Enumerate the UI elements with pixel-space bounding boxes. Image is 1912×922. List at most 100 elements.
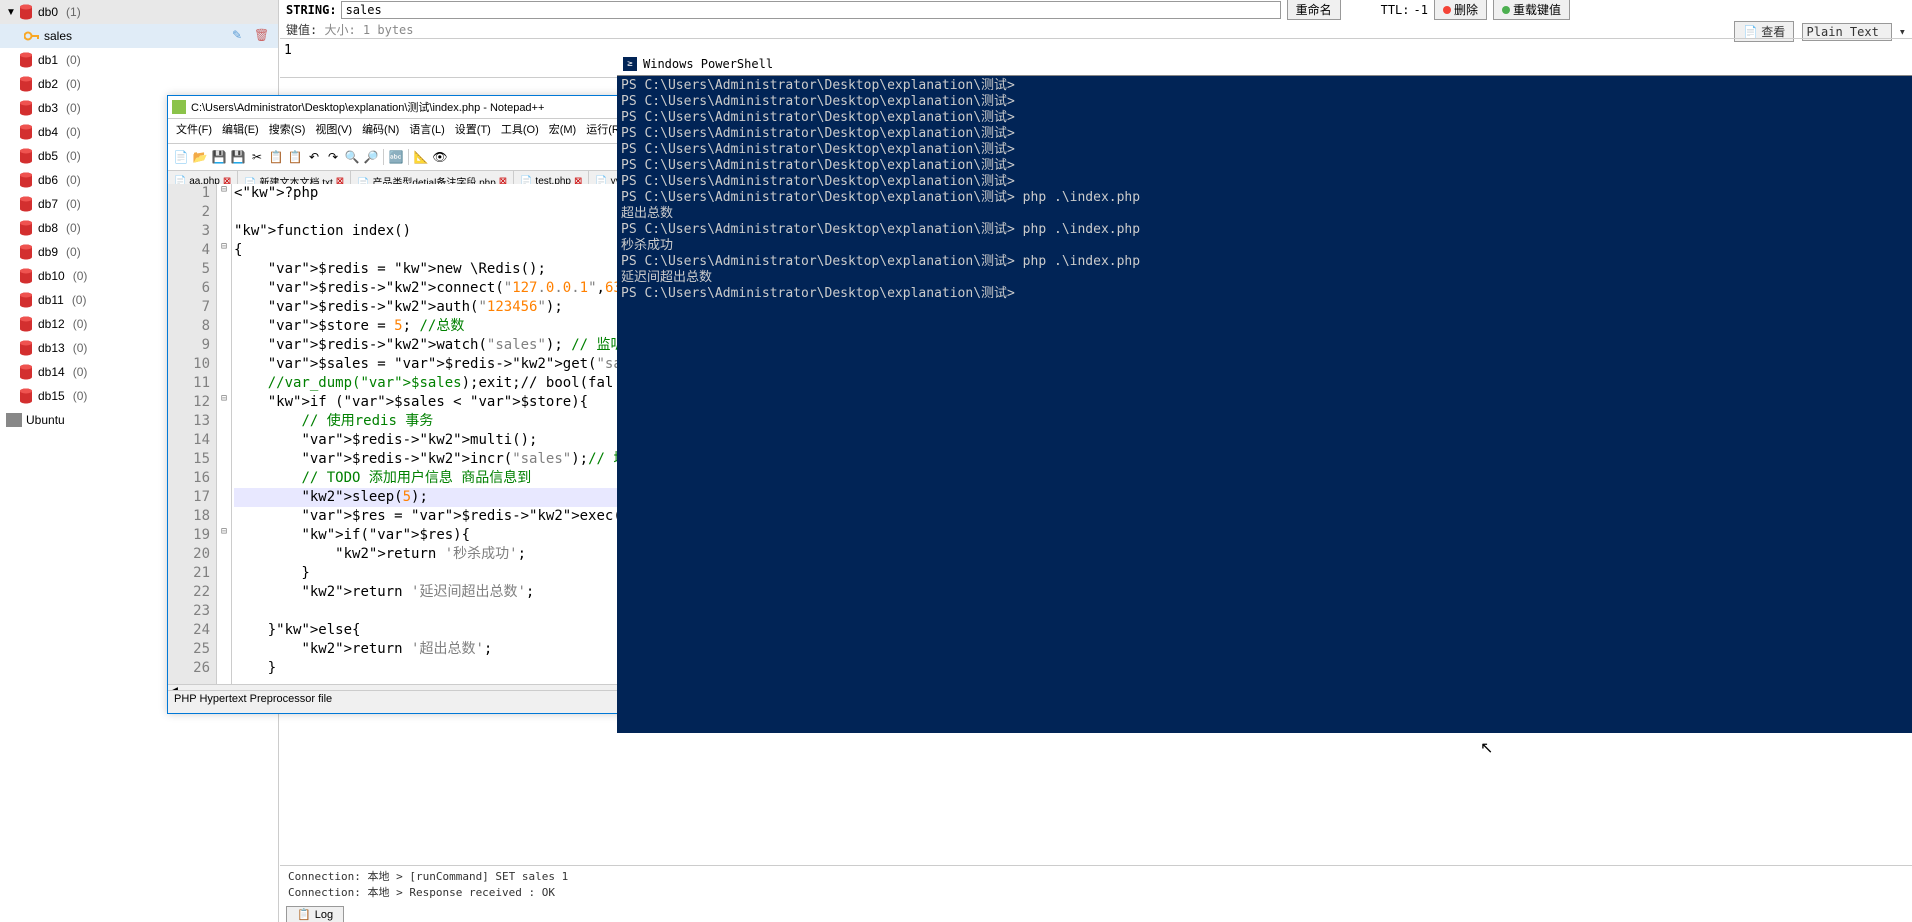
key-header: STRING: 重命名 TTL: -1 删除 重载键值 键值: 大小: 1 by… [280,0,1912,38]
db-count: (0) [73,269,88,283]
menu-item[interactable]: 工具(O) [497,121,543,141]
notepad-title-text: C:\Users\Administrator\Desktop\explanati… [191,99,544,115]
db-count: (0) [66,101,81,115]
db-label: db14 [38,365,65,379]
db-label: db1 [38,53,58,67]
db-count: (0) [73,317,88,331]
server-label: Ubuntu [26,413,65,427]
edit-icon[interactable]: ✎ [232,28,248,44]
powershell-output[interactable]: PS C:\Users\Administrator\Desktop\explan… [617,76,1912,304]
db-item-0[interactable]: ▼ db0 (1) [0,0,278,24]
toolbar-button[interactable]: ↷ [324,148,342,166]
menu-item[interactable]: 搜索(S) [265,121,310,141]
db-item-1[interactable]: db1 (0) [0,48,278,72]
menu-item[interactable]: 文件(F) [172,121,216,141]
db-count: (0) [66,173,81,187]
db-count: (0) [66,125,81,139]
db-label: db8 [38,221,58,235]
db-count: (0) [66,221,81,235]
toolbar-button[interactable]: 📐 [412,148,430,166]
db-label: db13 [38,341,65,355]
db-label: db4 [38,125,58,139]
toolbar-button[interactable]: ↶ [305,148,323,166]
value-label: 键值: [286,23,317,37]
db-label: db5 [38,149,58,163]
powershell-title-text: Windows PowerShell [643,57,773,71]
powershell-titlebar[interactable]: ≥ Windows PowerShell [617,53,1912,76]
ttl-label: TTL: [1381,3,1410,17]
db-count: (0) [73,341,88,355]
toolbar-button[interactable]: 💾 [210,148,228,166]
delete-icon[interactable]: 🗑 [254,28,270,44]
key-icon [24,29,40,43]
ttl-value: -1 [1414,3,1428,17]
database-icon [18,52,34,68]
notepad-app-icon [172,100,186,114]
database-icon [18,172,34,188]
toolbar-button[interactable]: 👁 [431,148,449,166]
delete-button[interactable]: 删除 [1434,0,1487,20]
db-label: db2 [38,77,58,91]
db-item-2[interactable]: db2 (0) [0,72,278,96]
database-icon [18,388,34,404]
database-icon [18,76,34,92]
key-item-sales[interactable]: sales ✎ 🗑 [0,24,278,48]
collapse-icon: ▼ [6,7,18,18]
db-label: db11 [38,293,64,307]
database-icon [18,4,34,20]
menu-item[interactable]: 设置(T) [451,121,495,141]
log-line: Connection: 本地 > [runCommand] SET sales … [288,868,1904,884]
key-name-input[interactable] [341,1,1281,19]
menu-item[interactable]: 视图(V) [311,121,356,141]
db-count: (1) [66,5,81,19]
menu-item[interactable]: 宏(M) [545,121,581,141]
db-count: (0) [66,53,81,67]
db-count: (0) [66,149,81,163]
database-icon [18,148,34,164]
toolbar-button[interactable]: 📋 [267,148,285,166]
db-label: db9 [38,245,58,259]
toolbar-button[interactable]: 🔍 [343,148,361,166]
menu-item[interactable]: 语言(L) [405,121,448,141]
database-icon [18,268,34,284]
database-icon [18,292,34,308]
db-label: db0 [38,5,58,19]
toolbar-button[interactable]: 💾 [229,148,247,166]
database-icon [18,220,34,236]
type-label: STRING: [286,3,337,17]
toolbar-button[interactable]: ✂ [248,148,266,166]
db-label: db12 [38,317,65,331]
powershell-window: ≥ Windows PowerShell PS C:\Users\Adminis… [617,53,1912,733]
log-tab[interactable]: 📋 Log [286,906,344,922]
db-count: (0) [66,245,81,259]
reload-button[interactable]: 重载键值 [1493,0,1570,20]
db-count: (0) [73,389,88,403]
database-icon [18,316,34,332]
database-icon [18,100,34,116]
toolbar-button[interactable]: 📄 [172,148,190,166]
db-label: db15 [38,389,65,403]
database-icon [18,244,34,260]
toolbar-button[interactable]: 🔤 [387,148,405,166]
db-label: db10 [38,269,65,283]
db-count: (0) [66,197,81,211]
db-count: (0) [72,293,87,307]
log-panel: Connection: 本地 > [runCommand] SET sales … [280,865,1912,922]
db-label: db3 [38,101,58,115]
rename-button[interactable]: 重命名 [1287,0,1341,20]
database-icon [18,124,34,140]
fold-column: ⊟⊟⊟⊟ [217,184,232,685]
toolbar-button[interactable]: 📂 [191,148,209,166]
powershell-icon: ≥ [623,57,637,71]
toolbar-button[interactable]: 📋 [286,148,304,166]
database-icon [18,196,34,212]
size-label: 大小: 1 bytes [324,23,413,37]
db-count: (0) [66,77,81,91]
menu-item[interactable]: 编辑(E) [218,121,263,141]
toolbar-button[interactable]: 🔎 [362,148,380,166]
database-icon [18,364,34,380]
menu-item[interactable]: 编码(N) [358,121,403,141]
key-label: sales [44,29,72,43]
line-gutter: 1234567891011121314151617181920212223242… [168,184,217,685]
db-count: (0) [73,365,88,379]
